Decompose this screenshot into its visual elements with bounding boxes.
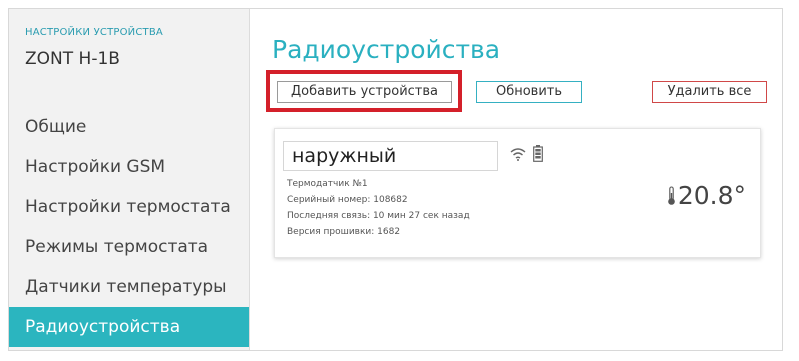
device-card: Термодатчик №1 Серийный номер: 108682 По…	[274, 128, 761, 258]
firmware-version: Версия прошивки: 1682	[287, 227, 401, 237]
sidebar-item-thermostat-modes[interactable]: Режимы термостата	[9, 227, 249, 267]
temperature-value: 20.8°	[677, 181, 746, 210]
refresh-button[interactable]: Обновить	[476, 81, 582, 103]
page-title: Радиоустройства	[272, 35, 501, 64]
sidebar-item-gsm-settings[interactable]: Настройки GSM	[9, 147, 249, 187]
sidebar-item-general[interactable]: Общие	[9, 107, 249, 147]
sidebar-item-thermostat-settings[interactable]: Настройки термостата	[9, 187, 249, 227]
main-content: Радиоустройства Добавить устройства Обно…	[250, 9, 782, 350]
last-seen: Последняя связь: 10 мин 27 сек назад	[287, 211, 470, 221]
sensor-type: Термодатчик №1	[287, 179, 368, 189]
device-name: ZONT H-1B	[25, 49, 120, 69]
add-devices-button[interactable]: Добавить устройства	[277, 81, 452, 103]
sidebar-item-temperature-sensors[interactable]: Датчики температуры	[9, 267, 249, 307]
sidebar-menu: Общие Настройки GSM Настройки термостата…	[9, 107, 249, 347]
app-frame: НАСТРОЙКИ УСТРОЙСТВА ZONT H-1B Общие Нас…	[8, 8, 783, 351]
serial-number: Серийный номер: 108682	[287, 195, 408, 205]
delete-all-button[interactable]: Удалить все	[652, 81, 767, 103]
device-settings-label: НАСТРОЙКИ УСТРОЙСТВА	[25, 27, 163, 38]
temperature-display: 20.8°	[667, 181, 746, 210]
sidebar-item-radio-devices[interactable]: Радиоустройства	[9, 307, 249, 347]
device-name-input[interactable]	[283, 141, 498, 171]
signal-icon	[510, 148, 526, 161]
thermometer-icon	[668, 185, 675, 205]
battery-icon	[533, 145, 543, 162]
sidebar: НАСТРОЙКИ УСТРОЙСТВА ZONT H-1B Общие Нас…	[9, 9, 250, 350]
